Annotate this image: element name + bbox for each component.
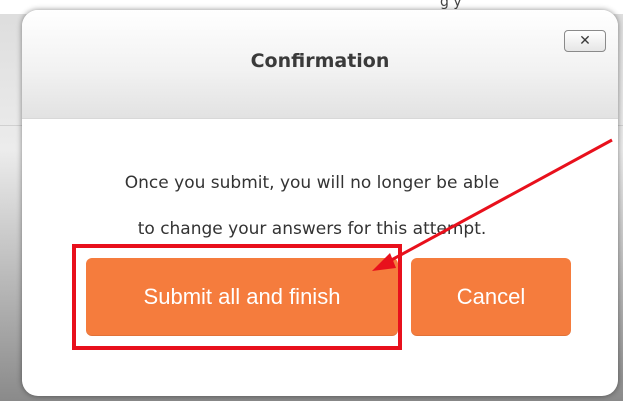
cancel-button[interactable]: Cancel [411, 258, 571, 336]
confirmation-dialog: Confirmation ✕ Once you submit, you will… [22, 10, 618, 396]
dialog-message: Once you submit, you will no longer be a… [62, 160, 562, 252]
close-button[interactable]: ✕ [564, 30, 606, 52]
close-x-icon: ✕ [579, 33, 591, 49]
background-text-snippet: g y [440, 0, 462, 10]
submit-all-and-finish-button[interactable]: Submit all and finish [86, 258, 398, 336]
message-line-2: to change your answers for this attempt. [137, 219, 487, 239]
dialog-title: Confirmation [250, 50, 390, 72]
dialog-header: Confirmation ✕ [22, 10, 618, 119]
message-line-1: Once you submit, you will no longer be a… [124, 173, 500, 193]
